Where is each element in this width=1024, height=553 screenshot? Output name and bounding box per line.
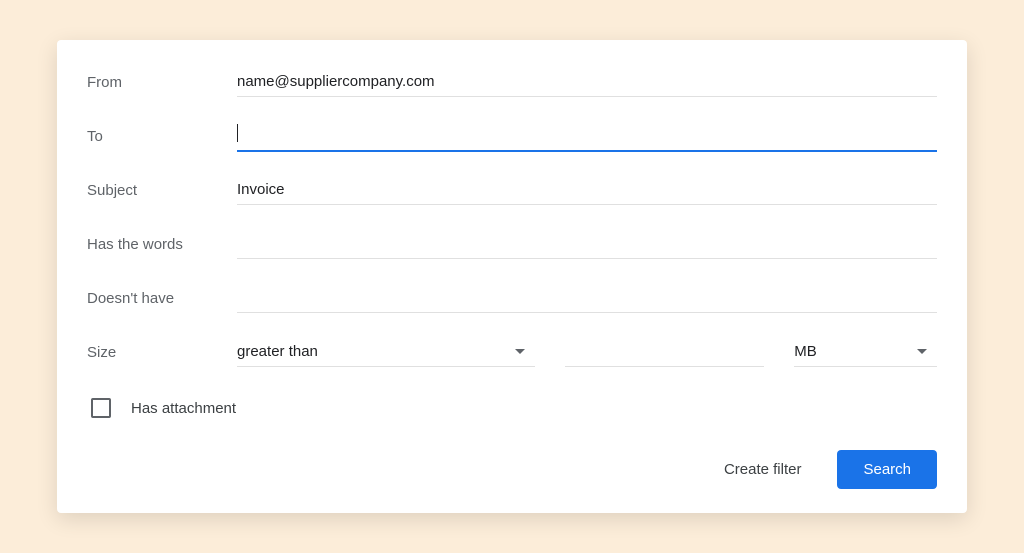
doesnt-have-row: Doesn't have (87, 280, 937, 316)
search-button[interactable]: Search (837, 450, 937, 489)
has-attachment-checkbox[interactable] (91, 398, 111, 418)
size-unit-value: MB (794, 343, 817, 360)
has-attachment-row: Has attachment (87, 398, 937, 418)
subject-row: Subject (87, 172, 937, 208)
doesnt-have-label: Doesn't have (87, 290, 237, 307)
has-words-input[interactable] (237, 229, 937, 259)
subject-input-wrap (237, 175, 937, 205)
chevron-down-icon (515, 349, 525, 354)
has-words-label: Has the words (87, 236, 237, 253)
size-value-input[interactable] (565, 337, 764, 367)
to-input-wrap (237, 121, 937, 152)
size-unit-select[interactable]: MB (794, 337, 937, 367)
chevron-down-icon (917, 349, 927, 354)
from-input-wrap (237, 67, 937, 97)
size-operator-select[interactable]: greater than (237, 337, 535, 367)
subject-input[interactable] (237, 175, 937, 205)
text-caret-icon (237, 124, 238, 142)
from-label: From (87, 74, 237, 91)
from-row: From (87, 64, 937, 100)
doesnt-have-input[interactable] (237, 283, 937, 313)
to-input[interactable] (237, 121, 937, 152)
search-filter-card: From To Subject Has the words Doesn't ha… (57, 40, 967, 513)
size-label: Size (87, 344, 237, 361)
footer-actions: Create filter Search (87, 450, 937, 489)
to-label: To (87, 128, 237, 145)
subject-label: Subject (87, 182, 237, 199)
from-input[interactable] (237, 67, 937, 97)
size-row: Size greater than MB (87, 334, 937, 370)
has-words-row: Has the words (87, 226, 937, 262)
size-operator-value: greater than (237, 343, 318, 360)
has-words-input-wrap (237, 229, 937, 259)
has-attachment-label: Has attachment (131, 400, 236, 417)
to-row: To (87, 118, 937, 154)
doesnt-have-input-wrap (237, 283, 937, 313)
create-filter-button[interactable]: Create filter (716, 453, 810, 486)
